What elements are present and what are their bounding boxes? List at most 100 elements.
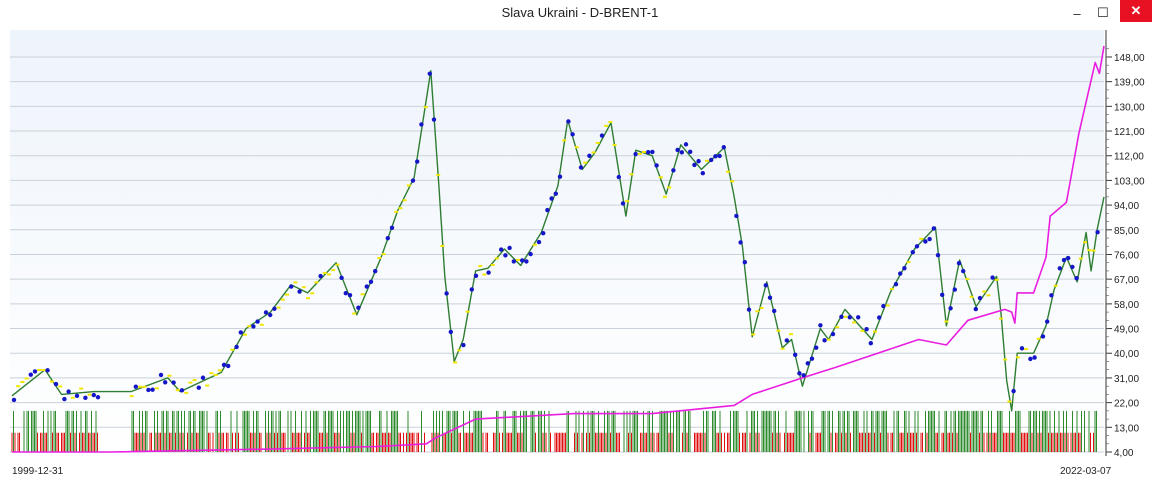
buy-signal-marker xyxy=(692,162,697,168)
buy-signal-marker xyxy=(793,352,798,358)
buy-signal-marker xyxy=(578,165,584,170)
buy-signal-marker xyxy=(688,149,693,155)
buy-signal-marker xyxy=(238,330,243,335)
buy-signal-marker xyxy=(671,168,676,173)
y-tick-label: 94,00 xyxy=(1114,201,1139,212)
y-tick-label: 103,00 xyxy=(1114,176,1145,187)
y-tick-label: 49,00 xyxy=(1114,325,1139,336)
buy-signal-marker xyxy=(822,338,827,343)
buy-signal-marker xyxy=(646,149,651,155)
buy-signal-marker xyxy=(419,122,424,127)
minimize-button[interactable]: – xyxy=(1064,0,1090,26)
buy-signal-marker xyxy=(675,147,680,153)
buy-signal-marker xyxy=(1028,356,1033,362)
y-tick-label: 139,00 xyxy=(1114,78,1145,89)
buy-signal-marker xyxy=(650,149,655,155)
buy-signal-marker xyxy=(696,158,701,164)
buy-signal-marker xyxy=(881,303,886,309)
y-tick-label: 85,00 xyxy=(1114,226,1139,237)
buy-signal-marker xyxy=(74,393,80,399)
buy-signal-marker xyxy=(146,387,151,393)
buy-signal-marker xyxy=(32,369,38,374)
buy-signal-marker xyxy=(952,287,957,292)
buy-signal-marker xyxy=(339,275,344,281)
buy-signal-marker xyxy=(415,159,420,164)
buy-signal-marker xyxy=(1074,276,1079,281)
y-axis: 148,00 139,00 130,00 121,00 112,00 103,00 94,0… xyxy=(1106,48,1145,459)
buy-signal-marker xyxy=(721,145,726,150)
buy-signal-marker xyxy=(570,132,575,137)
buy-signal-marker xyxy=(709,157,714,163)
buy-signal-marker xyxy=(289,284,294,289)
buy-signal-marker xyxy=(877,315,882,320)
close-button[interactable]: ✕ xyxy=(1120,0,1152,22)
buy-signal-marker xyxy=(910,249,915,255)
title-bar: Slava Ukraini - D-BRENT-1 – ☐ ✕ xyxy=(0,0,1160,26)
buy-signal-marker xyxy=(91,392,97,398)
buy-signal-marker xyxy=(28,372,33,377)
buy-signal-marker xyxy=(961,268,966,274)
price-chart[interactable]: 148,00 139,00 130,00 121,00 112,00 103,00 94,0… xyxy=(0,26,1160,463)
buy-signal-marker xyxy=(734,213,739,219)
buy-signal-marker xyxy=(368,279,374,284)
buy-signal-marker xyxy=(364,284,369,289)
y-tick-label: 13,00 xyxy=(1114,423,1139,434)
buy-signal-marker xyxy=(784,338,789,343)
buy-signal-marker xyxy=(956,260,962,266)
y-tick-label: 148,00 xyxy=(1114,53,1145,64)
buy-signal-marker xyxy=(633,151,638,157)
buy-signal-marker xyxy=(1061,257,1067,263)
buy-signal-marker xyxy=(1032,355,1037,360)
buy-signal-marker xyxy=(717,153,722,159)
buy-signal-marker xyxy=(990,275,995,280)
buy-signal-marker xyxy=(973,306,978,312)
buy-signal-marker xyxy=(935,253,941,258)
buy-signal-marker xyxy=(66,389,71,394)
buy-signal-marker xyxy=(683,142,689,147)
buy-signal-marker xyxy=(654,163,659,168)
y-tick-label: 4,00 xyxy=(1114,448,1134,459)
buy-signal-marker xyxy=(742,260,747,265)
buy-signal-marker xyxy=(931,226,936,231)
plot-background xyxy=(10,30,1104,456)
buy-signal-marker xyxy=(1066,255,1071,261)
buy-signal-marker xyxy=(767,295,773,300)
buy-signal-marker xyxy=(772,308,777,314)
buy-signal-marker xyxy=(746,307,752,312)
buy-signal-marker xyxy=(940,292,945,297)
buy-signal-marker xyxy=(814,345,819,350)
buy-signal-marker xyxy=(1095,229,1100,235)
buy-signal-marker xyxy=(95,395,101,400)
buy-signal-marker xyxy=(553,191,558,196)
buy-signal-marker xyxy=(448,329,453,335)
buy-signal-marker xyxy=(763,283,768,288)
buy-signal-marker xyxy=(503,253,508,258)
y-tick-label: 130,00 xyxy=(1114,102,1145,113)
buy-signal-marker xyxy=(977,295,983,301)
buy-signal-marker xyxy=(171,380,176,385)
buy-signal-marker xyxy=(473,273,479,279)
buy-signal-marker xyxy=(620,201,626,206)
y-tick-label: 31,00 xyxy=(1114,374,1139,385)
buy-signal-marker xyxy=(557,174,563,179)
buy-signal-marker xyxy=(599,133,605,138)
buy-signal-marker xyxy=(898,271,903,276)
buy-signal-marker xyxy=(11,397,17,403)
buy-signal-marker xyxy=(356,305,361,310)
buy-signal-marker xyxy=(53,381,59,387)
buy-signal-marker xyxy=(272,306,277,311)
buy-signal-marker xyxy=(196,385,201,390)
buy-signal-marker xyxy=(200,375,206,380)
buy-signal-marker xyxy=(1040,334,1046,339)
window-title: Slava Ukraini - D-BRENT-1 xyxy=(501,5,659,20)
buy-signal-marker xyxy=(45,368,50,373)
maximize-button[interactable]: ☐ xyxy=(1090,0,1116,26)
buy-signal-marker xyxy=(226,363,231,369)
buy-signal-marker xyxy=(545,207,550,213)
buy-signal-marker xyxy=(914,244,920,249)
buy-signal-marker xyxy=(1019,346,1025,351)
buy-signal-marker xyxy=(83,395,88,401)
buy-signal-marker xyxy=(856,315,861,320)
y-tick-label: 76,00 xyxy=(1114,250,1139,261)
buy-signal-marker xyxy=(587,153,592,159)
